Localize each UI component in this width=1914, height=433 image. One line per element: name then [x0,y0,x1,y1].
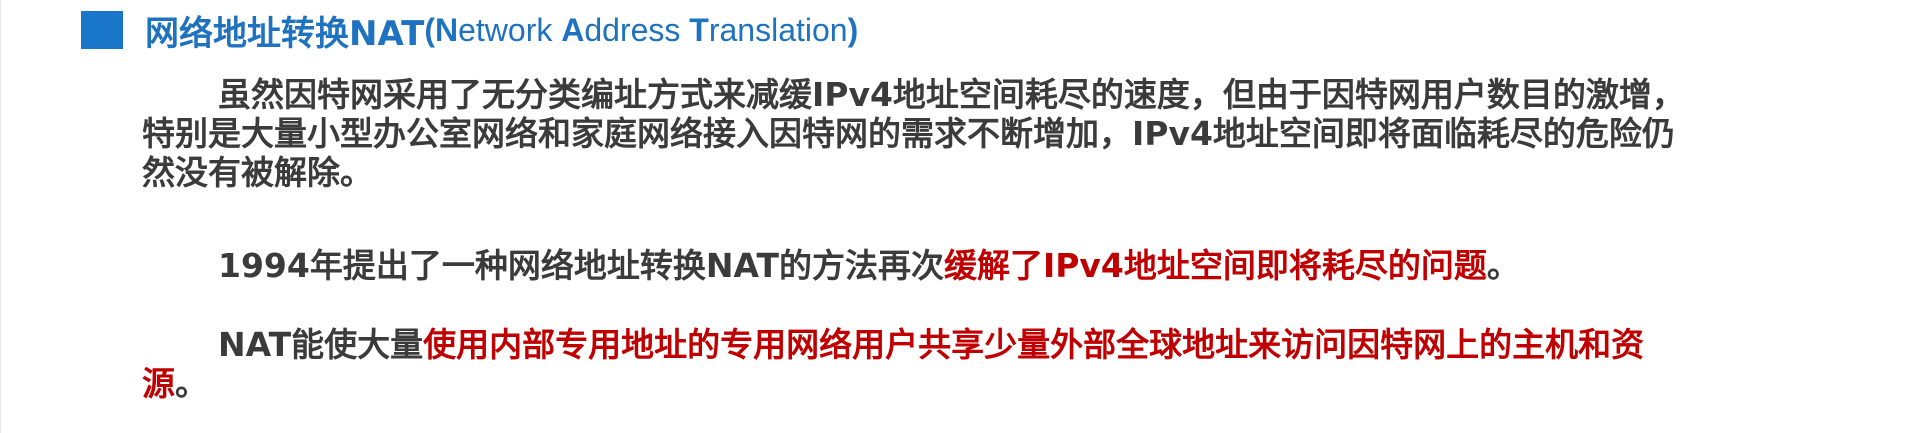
heading-rest-translation: ranslation [708,11,848,48]
heading-rest-network: etwork [458,11,562,48]
heading-subtitle: (Network Address Translation) [424,12,858,49]
paragraph-nat-function: NAT能使大量使用内部专用地址的专用网络用户共享少量外部全球地址来访问因特网上的… [142,325,1702,403]
paragraph-nat-function-end: 。 [175,364,208,403]
slide-heading: 网络地址转换NAT (Network Address Translation) [81,8,858,54]
paragraph-nat-1994: 1994年提出了一种网络地址转换NAT的方法再次缓解了IPv4地址空间即将耗尽的… [142,246,1702,285]
heading-close-paren: ) [847,11,859,48]
paragraph-nat-1994-end: 。 [1486,246,1520,285]
paragraph-ipv4-exhaustion: 虽然因特网采用了无分类编址方式来减缓IPv4地址空间耗尽的速度，但由于因特网用户… [142,75,1685,192]
paragraph-nat-function-normal: NAT能使大量 [218,325,424,364]
heading-cap-n: N [434,11,459,48]
heading-cap-a: A [561,11,585,48]
heading-open-paren: ( [424,11,435,48]
heading-title: 网络地址转换NAT [145,13,425,54]
paragraph-nat-1994-highlight: 缓解了IPv4地址空间即将耗尽的问题 [943,246,1487,285]
heading-square-icon [81,11,123,49]
slide-edge-divider [0,0,1,433]
paragraph-nat-1994-normal: 1994年提出了一种网络地址转换NAT的方法再次 [218,246,944,285]
heading-rest-address: ddress [584,11,690,48]
heading-cap-t: T [689,11,709,48]
